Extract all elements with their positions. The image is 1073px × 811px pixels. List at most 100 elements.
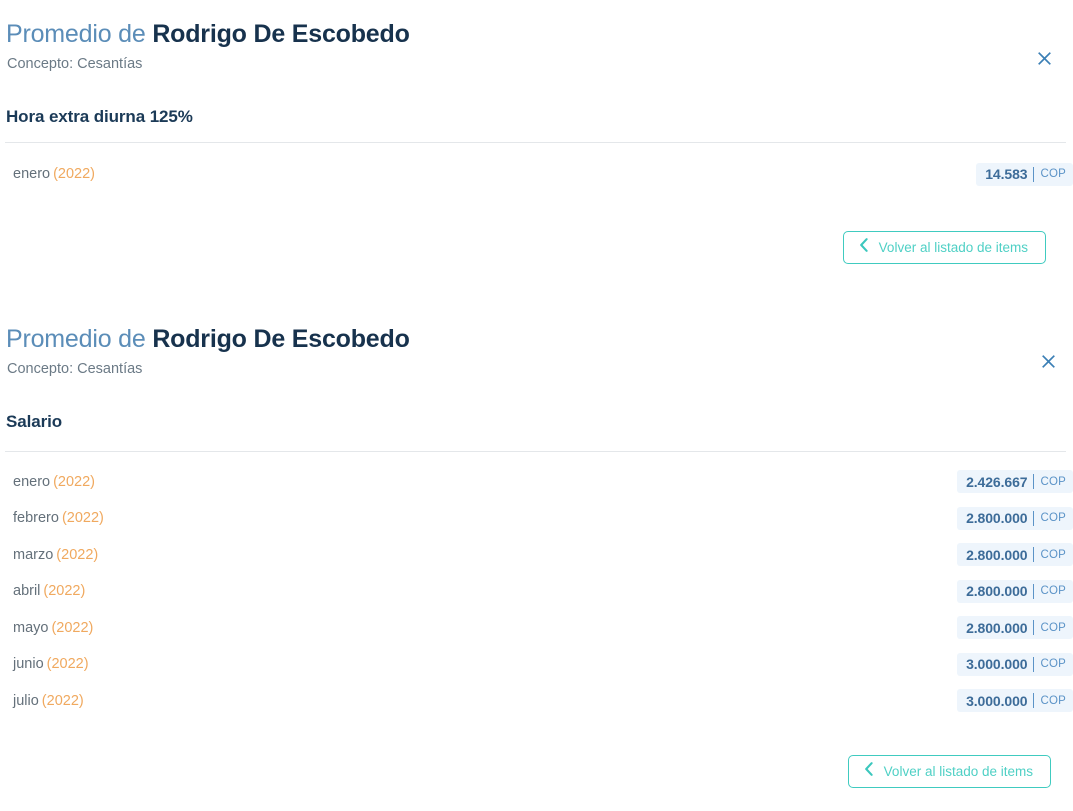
row-year: (2022) [46,656,89,673]
section-title-concept: Salario [6,411,62,431]
amount-badge: 2.800.000 COP [957,543,1073,567]
amount-badge: 3.000.000 COP [957,689,1073,713]
row-value-container: 14.583 COP [641,162,1073,186]
amount-value: 2.800.000 [966,583,1028,600]
badge-divider [1033,583,1035,599]
panel-gap [0,264,1073,300]
list-item: mayo (2022) 2.800.000 COP [0,610,1073,647]
row-month: julio [13,692,39,709]
close-icon[interactable] [1035,349,1061,375]
badge-divider [1033,510,1035,526]
amount-badge: 2.800.000 COP [957,616,1073,640]
page-root: Promedio de Rodrigo De Escobedo Concepto… [0,0,1073,811]
row-value-container: 2.426.667 COP [641,470,1073,494]
back-button-label: Volver al listado de items [878,239,1028,255]
amount-value: 2.426.667 [966,473,1028,490]
panel-subtitle-concepto: Concepto: Cesantías [7,56,143,72]
badge-divider [1033,547,1035,563]
page-title-prefix: Promedio de [6,324,146,353]
row-period-label: marzo (2022) [13,547,98,563]
row-year: (2022) [61,510,104,527]
currency-label: COP [1040,548,1066,561]
row-month: enero [13,166,51,183]
page-title-employee: Rodrigo De Escobedo [152,20,410,48]
panel-footer: Volver al listado de items [0,755,1073,788]
row-value-container: 2.800.000 COP [641,506,1073,530]
row-month: marzo [13,546,54,563]
chevron-left-icon [864,762,873,779]
row-year: (2022) [53,166,96,183]
amount-value: 2.800.000 [966,546,1028,563]
list-item: enero (2022) 14.583 COP [0,156,1073,193]
currency-label: COP [1040,694,1066,707]
row-month: febrero [13,510,59,527]
row-period-label: mayo (2022) [13,620,93,636]
list-item: junio (2022) 3.000.000 COP [0,646,1073,683]
row-month: junio [13,656,44,673]
row-year: (2022) [41,692,84,709]
row-month: mayo [13,619,49,636]
panel-header: Promedio de Rodrigo De Escobedo Concepto… [0,324,1073,379]
row-period-label: enero (2022) [13,474,95,490]
currency-label: COP [1040,621,1066,634]
page-title: Promedio de Rodrigo De Escobedo [6,324,1065,354]
panel-subtitle-concepto: Concepto: Cesantías [7,360,143,377]
list-item: enero (2022) 2.426.667 COP [0,464,1073,501]
amount-badge: 2.800.000 COP [957,506,1073,530]
currency-label: COP [1040,512,1066,525]
row-value-container: 3.000.000 COP [641,652,1073,676]
amount-value: 14.583 [985,166,1028,183]
list-item: abril (2022) 2.800.000 COP [0,573,1073,610]
badge-divider [1033,166,1035,182]
average-panel-salario: Promedio de Rodrigo De Escobedo Concepto… [0,300,1073,788]
page-title-prefix: Promedio de [6,20,146,48]
chevron-left-icon [859,237,868,255]
back-button-label: Volver al listado de items [883,764,1033,779]
row-value-container: 2.800.000 COP [641,616,1073,640]
row-period-label: enero (2022) [13,166,95,182]
currency-label: COP [1040,475,1066,488]
amount-value: 2.800.000 [966,510,1028,527]
list-item: julio (2022) 3.000.000 COP [0,683,1073,720]
currency-label: COP [1040,168,1066,181]
back-to-items-button[interactable]: Volver al listado de items [842,230,1046,264]
row-month: abril [13,583,41,600]
row-year: (2022) [56,546,99,563]
amount-value: 3.000.000 [966,656,1028,673]
amount-value: 2.800.000 [966,619,1028,636]
badge-divider [1033,693,1035,709]
amount-badge: 14.583 COP [976,162,1073,186]
average-panel-hora-extra: Promedio de Rodrigo De Escobedo Concepto… [0,0,1073,264]
row-month: enero [13,473,51,490]
amount-badge: 3.000.000 COP [957,652,1073,676]
row-year: (2022) [43,583,86,600]
currency-label: COP [1040,658,1066,671]
row-value-container: 2.800.000 COP [641,543,1073,567]
badge-divider [1033,474,1035,490]
page-title: Promedio de Rodrigo De Escobedo [6,19,1065,49]
list-item: marzo (2022) 2.800.000 COP [0,537,1073,574]
row-value-container: 2.800.000 COP [641,579,1073,603]
currency-label: COP [1040,585,1066,598]
amount-value: 3.000.000 [966,692,1028,709]
section-title-concept: Hora extra diurna 125% [6,107,193,126]
row-value-container: 3.000.000 COP [641,689,1073,713]
close-icon[interactable] [1031,45,1057,71]
page-title-employee: Rodrigo De Escobedo [152,324,410,353]
amount-badge: 2.800.000 COP [957,579,1073,603]
badge-divider [1033,656,1035,672]
values-list: enero (2022) 2.426.667 COP febrero (2022) … [0,452,1073,720]
values-list: enero (2022) 14.583 COP [0,143,1073,193]
row-year: (2022) [53,473,96,490]
amount-badge: 2.426.667 COP [957,470,1073,494]
list-item: febrero (2022) 2.800.000 COP [0,500,1073,537]
row-period-label: febrero (2022) [13,510,104,526]
panel-header: Promedio de Rodrigo De Escobedo Concepto… [0,19,1073,74]
row-period-label: junio (2022) [13,656,89,672]
back-to-items-button[interactable]: Volver al listado de items [847,755,1051,788]
badge-divider [1033,620,1035,636]
panel-footer: Volver al listado de items [0,230,1073,264]
row-year: (2022) [51,619,94,636]
row-period-label: abril (2022) [13,583,85,599]
row-period-label: julio (2022) [13,693,84,709]
